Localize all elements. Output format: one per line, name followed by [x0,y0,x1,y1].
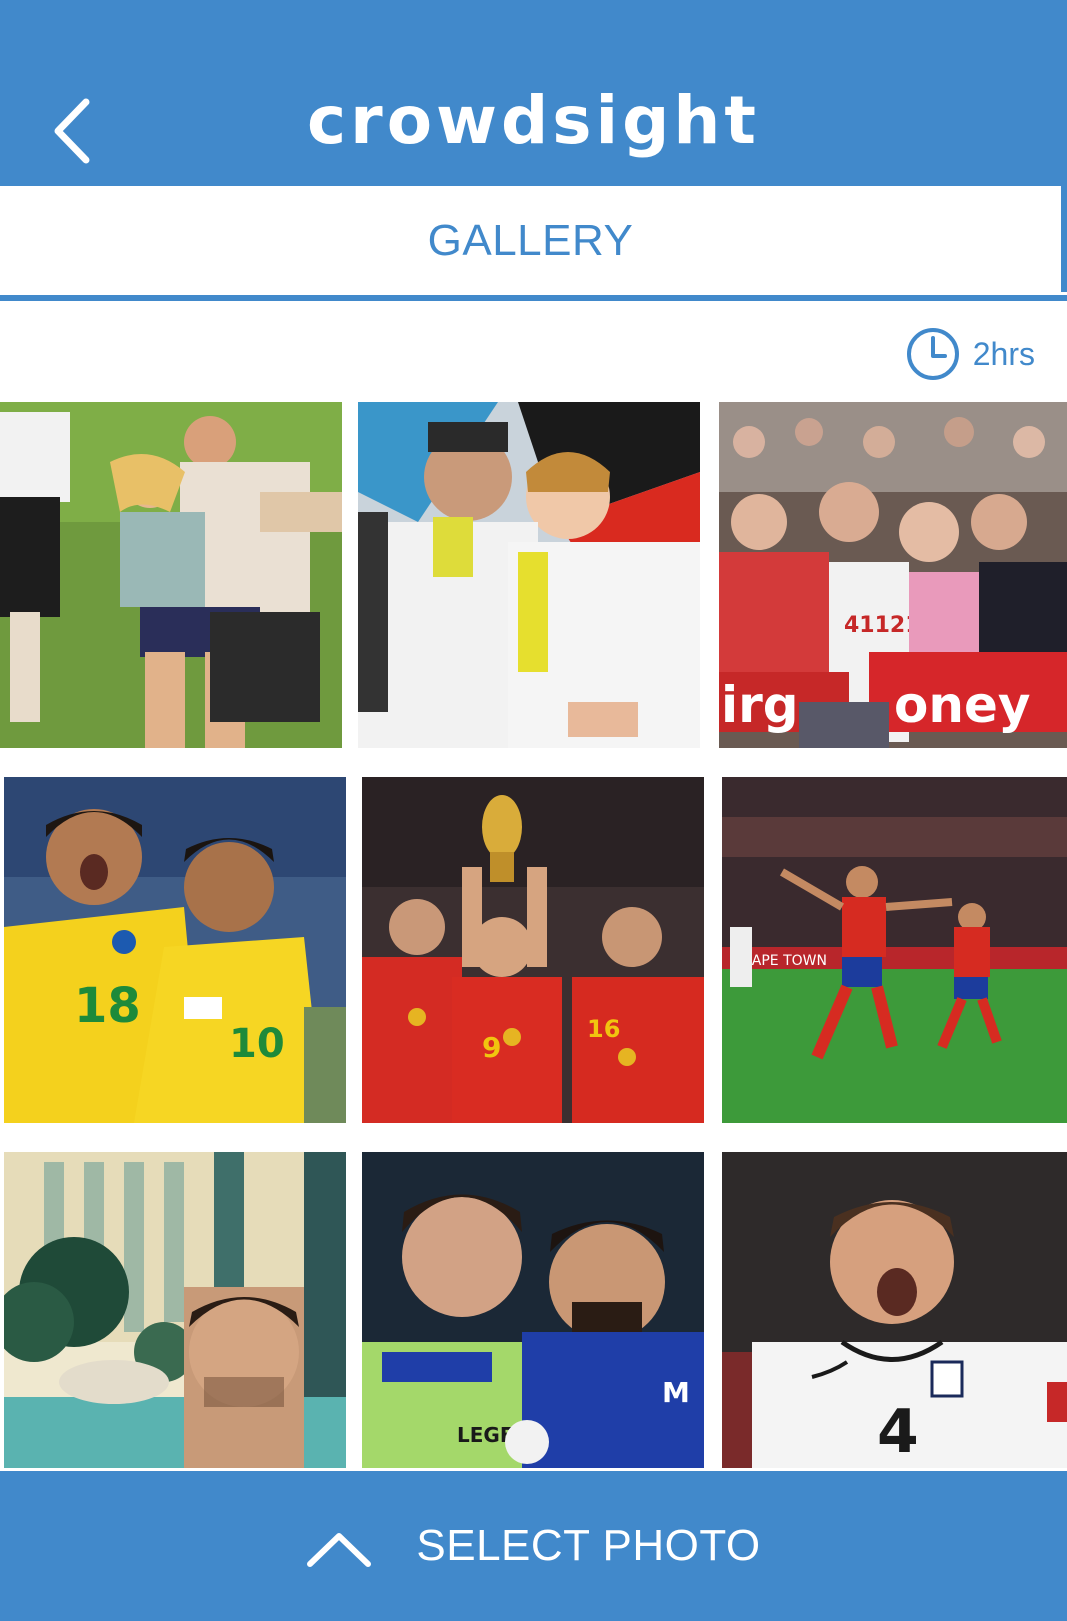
svg-text:oney: oney [894,676,1030,734]
gallery-photo[interactable]: CAPE TOWN [722,777,1067,1123]
timer: 2hrs [905,326,1035,382]
gallery-photo[interactable] [4,1152,346,1468]
gallery-photo[interactable]: LEGEA M [362,1152,704,1468]
gallery-photo[interactable]: 18 10 [4,777,346,1123]
select-photo-label: SELECT PHOTO [416,1521,761,1570]
select-photo-button[interactable]: SELECT PHOTO [0,1471,1067,1621]
gallery-photo[interactable] [0,402,342,748]
chevron-up-icon [306,1530,372,1570]
app-logo: crowdsight [307,82,760,159]
tab-underline [0,295,1067,301]
timer-label: 2hrs [972,335,1035,372]
tab-bar: GALLERY [0,186,1067,292]
app-header: crowdsight [0,0,1067,186]
svg-text:16: 16 [587,1015,620,1043]
gallery-photo[interactable] [358,402,700,748]
svg-text:4: 4 [877,1397,919,1467]
footer-bar: SELECT PHOTO [0,1471,1067,1621]
tab-gallery[interactable]: GALLERY [0,216,1061,266]
svg-text:10: 10 [229,1021,285,1067]
svg-text:9: 9 [482,1031,501,1064]
gallery-photo[interactable]: 4 [722,1152,1067,1468]
gallery-photo[interactable]: 41121 oney irg [719,402,1067,748]
clock-icon [905,326,961,382]
svg-text:18: 18 [74,978,141,1034]
svg-text:M: M [662,1376,690,1409]
svg-text:CAPE TOWN: CAPE TOWN [742,953,827,969]
svg-text:irg: irg [721,676,799,734]
gallery-photo[interactable]: 9 16 [362,777,704,1123]
